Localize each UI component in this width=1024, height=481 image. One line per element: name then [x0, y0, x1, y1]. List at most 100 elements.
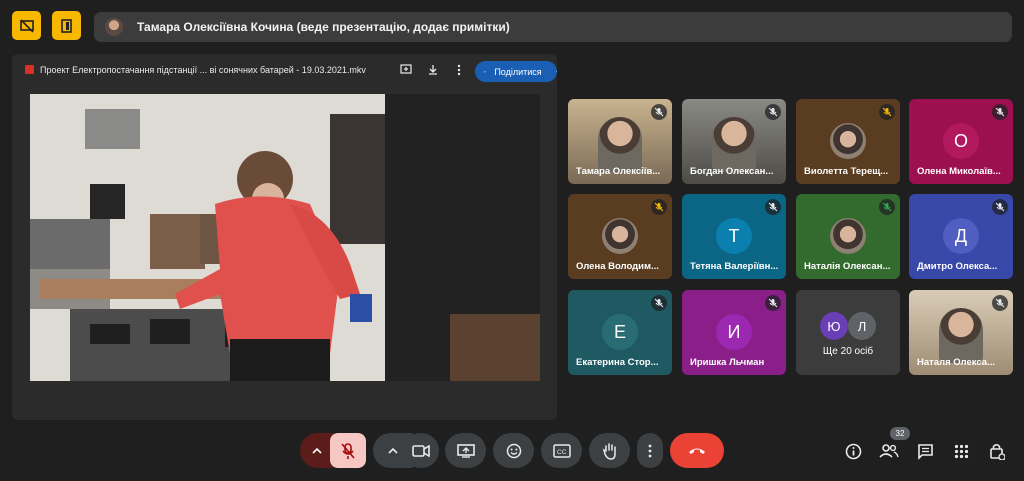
captions-button[interactable]: CC: [541, 433, 582, 468]
avatar: [830, 218, 866, 254]
mic-off-icon: [879, 104, 895, 120]
avatar-letter: Ю: [820, 312, 848, 340]
host-controls-icon: [990, 443, 1005, 460]
participant-tile[interactable]: Виолетта Терещ...: [796, 99, 900, 184]
door-icon: [60, 18, 72, 33]
activities-icon: [954, 444, 968, 458]
feedback-button[interactable]: [398, 62, 414, 78]
avatar-letter: Д: [943, 218, 979, 254]
feedback-icon: [400, 64, 412, 74]
presentation-file-name: Проект Електропостачання підстанції ... …: [40, 65, 366, 75]
participant-name: Дмитро Олекса...: [917, 261, 998, 272]
svg-text:CC: CC: [557, 449, 567, 456]
people-icon: [484, 70, 487, 73]
participant-tile[interactable]: И Иришка Льчман: [682, 290, 786, 375]
people-count-badge: 32: [890, 427, 910, 440]
participant-name: Виолетта Терещ...: [804, 166, 889, 177]
participant-tile[interactable]: Т Тетяна Валеріївн...: [682, 194, 786, 279]
avatar: [105, 18, 123, 36]
participant-name: Тетяна Валеріївн...: [690, 261, 779, 272]
mic-options-button[interactable]: [300, 433, 334, 468]
share-button[interactable]: Поділитися: [475, 61, 557, 82]
mic-off-icon: [992, 295, 1008, 311]
hand-icon: [602, 442, 616, 460]
mic-off-icon: [765, 295, 781, 311]
mic-toggle-button[interactable]: [330, 433, 366, 468]
participant-tile[interactable]: Д Дмитро Олекса...: [909, 194, 1013, 279]
mic-off-icon: [992, 104, 1008, 120]
info-button[interactable]: [843, 441, 863, 461]
present-off-button[interactable]: [12, 11, 41, 40]
participant-tile[interactable]: Ю Л Ще 20 осіб: [796, 290, 900, 375]
activities-button[interactable]: [951, 441, 971, 461]
participant-tile[interactable]: Наталія Олексан...: [796, 194, 900, 279]
more-icon: [648, 444, 652, 457]
participant-tile[interactable]: Е Екатерина Стор...: [568, 290, 672, 375]
raise-hand-button[interactable]: [589, 433, 630, 468]
participant-name: Екатерина Стор...: [576, 357, 659, 368]
emoji-icon: [506, 443, 521, 458]
mic-off-icon: [651, 104, 667, 120]
file-icon: [25, 65, 34, 74]
mic-off-icon: [765, 199, 781, 215]
mic-off-icon: [765, 104, 781, 120]
present-button[interactable]: [445, 433, 486, 468]
info-icon: [845, 443, 861, 459]
participant-name: Богдан Олексан...: [690, 166, 774, 177]
hang-up-icon: [689, 448, 705, 454]
mic-off-icon: [992, 199, 1008, 215]
participant-name: Тамара Олексіїв...: [576, 166, 661, 177]
avatar: [830, 123, 866, 159]
chevron-up-icon: [312, 447, 322, 454]
participant-name: Иришка Льчман: [690, 357, 765, 368]
more-options-button[interactable]: [637, 433, 663, 468]
participant-tile[interactable]: О Олена Миколаїв...: [909, 99, 1013, 184]
presenter-banner: Тамара Олексіївна Кочина (веде презентац…: [94, 12, 1012, 42]
mic-off-icon: [879, 199, 895, 215]
avatar-letter: Л: [848, 312, 876, 340]
download-button[interactable]: [425, 62, 441, 78]
participant-tile[interactable]: Наталя Олекса...: [909, 290, 1013, 375]
participant-name: Наталя Олекса...: [917, 357, 995, 368]
people-button[interactable]: [879, 441, 899, 461]
chevron-down-icon: [555, 71, 557, 72]
camera-icon: [412, 444, 430, 457]
video-frame-image: [30, 94, 540, 381]
host-controls-button[interactable]: [987, 441, 1007, 461]
chat-icon: [917, 443, 933, 460]
chevron-up-icon: [388, 447, 398, 454]
camera-toggle-button[interactable]: [403, 433, 439, 468]
people-icon: [879, 444, 899, 458]
participant-name: Наталія Олексан...: [804, 261, 891, 272]
participant-name: Олена Миколаїв...: [917, 166, 1001, 177]
leave-call-button[interactable]: [670, 433, 724, 468]
participant-video: [598, 117, 642, 172]
participant-tile[interactable]: Олена Володим...: [568, 194, 672, 279]
presentation-video: [30, 94, 540, 381]
avatar: [602, 218, 638, 254]
presenter-title: Тамара Олексіївна Кочина (веде презентац…: [137, 20, 510, 34]
mic-off-icon: [341, 442, 355, 459]
present-icon: [456, 443, 475, 458]
reactions-button[interactable]: [493, 433, 534, 468]
mic-off-icon: [651, 295, 667, 311]
participant-tile[interactable]: Богдан Олексан...: [682, 99, 786, 184]
avatar-letter: Т: [716, 218, 752, 254]
participant-video: [712, 117, 756, 172]
more-options-button[interactable]: [451, 62, 467, 78]
avatar-letter: И: [716, 314, 752, 350]
participant-name: Олена Володим...: [576, 261, 659, 272]
presentation-panel: Проект Електропостачання підстанції ... …: [12, 54, 557, 420]
captions-icon: CC: [552, 443, 571, 458]
download-icon: [429, 65, 437, 75]
avatar-letter: Е: [602, 314, 638, 350]
breakout-button[interactable]: [52, 11, 81, 40]
participant-video: [939, 308, 983, 363]
share-label: Поділитися: [494, 66, 542, 77]
mic-off-icon: [651, 199, 667, 215]
chat-button[interactable]: [915, 441, 935, 461]
participant-name: Ще 20 осіб: [822, 346, 874, 357]
participant-tile[interactable]: Тамара Олексіїв...: [568, 99, 672, 184]
avatar-letter: О: [943, 123, 979, 159]
more-vert-icon: [457, 64, 461, 76]
